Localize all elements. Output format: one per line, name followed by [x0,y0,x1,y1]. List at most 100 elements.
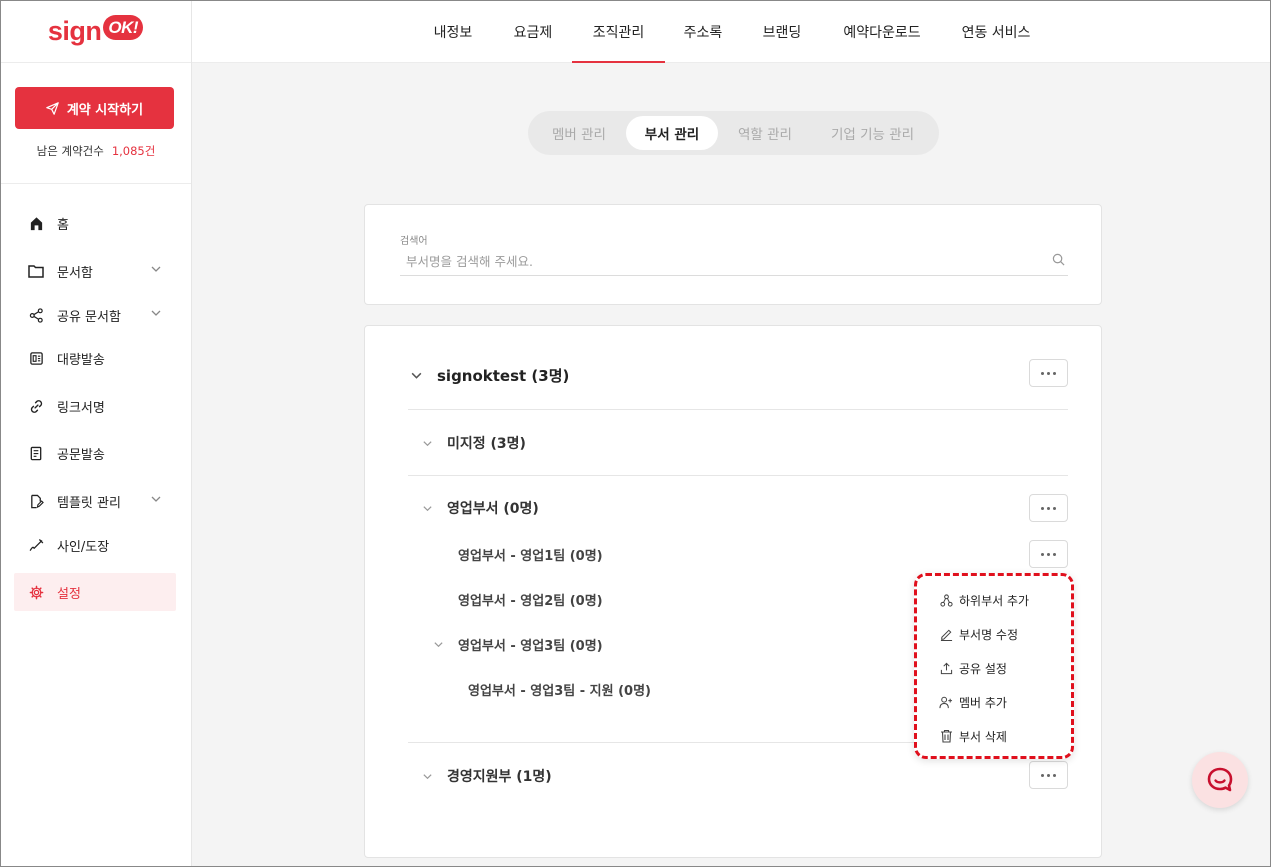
sidebar-item-settings[interactable]: 설정 [14,573,176,611]
home-icon [28,215,44,231]
tab-integrations[interactable]: 연동 서비스 [948,0,1044,63]
tree-node-sales-team3[interactable]: 영업부서 - 영업3팀 (0명) [433,633,603,655]
tab-label: 주소록 [683,24,723,41]
chevron-down-icon [151,310,161,316]
tree-node-label: 경영지원부 (1명) [447,769,552,785]
tab-label: 요금제 [513,24,553,41]
tab-organization[interactable]: 조직관리 [572,0,665,63]
tree-node-sales-team3-support[interactable]: 영업부서 - 영업3팀 - 지원 (0명) [468,678,651,700]
sidebar-item-label: 설정 [57,586,81,602]
tree-node-label: 미지정 (3명) [447,436,526,452]
tree-node-label: 영업부서 - 영업1팀 (0명) [458,548,603,564]
sidebar-item-label: 홈 [57,217,69,233]
start-contract-label: 계약 시작하기 [66,102,144,118]
chevron-down-icon[interactable] [410,369,423,382]
sidebar-item-shared-documents[interactable]: 공유 문서함 [14,296,176,334]
menu-item-label: 하위부서 추가 [959,593,1030,608]
chevron-down-icon[interactable] [422,438,433,449]
tree-node-management[interactable]: 경영지원부 (1명) [422,765,552,787]
subtab-role-management[interactable]: 역할 관리 [722,116,808,150]
sub-tabs: 멤버 관리 부서 관리 역할 관리 기업 기능 관리 [528,111,939,155]
signature-icon [28,537,44,553]
search-icon[interactable] [1052,253,1065,266]
menu-item-label: 공유 설정 [959,661,1007,676]
search-input[interactable] [400,248,1068,276]
sidebar-item-documents[interactable]: 문서함 [14,252,176,290]
tab-my-info[interactable]: 내정보 [420,0,486,63]
subtab-label: 멤버 관리 [552,127,606,143]
sidebar-item-signature[interactable]: 사인/도장 [14,526,176,564]
tree-node-label: 영업부서 (0명) [447,501,539,517]
template-icon [28,493,44,509]
more-options-button[interactable] [1029,359,1068,387]
chat-support-button[interactable] [1192,752,1248,808]
tab-label: 예약다운로드 [843,24,921,41]
sidebar-item-home[interactable]: 홈 [14,204,176,242]
tab-pricing[interactable]: 요금제 [500,0,566,63]
subtab-label: 부서 관리 [644,127,700,143]
tree-node-label: signoktest (3명) [437,366,570,385]
sub-department-icon [939,593,953,607]
sidebar-item-official-send[interactable]: 공문발송 [14,434,176,472]
more-options-button[interactable] [1029,761,1068,789]
tree-node-unassigned[interactable]: 미지정 (3명) [422,432,526,454]
tree-node-label: 영업부서 - 영업2팀 (0명) [458,593,603,609]
more-options-button[interactable] [1029,494,1068,522]
chat-icon [1207,767,1233,792]
paper-plane-icon [46,101,59,115]
search-card: 검색어 [364,204,1102,305]
chevron-down-icon [151,266,161,272]
menu-item-label: 부서명 수정 [959,627,1019,642]
menu-item-add-member[interactable]: 멤버 추가 [939,692,1007,712]
logo-badge: OK! [103,14,144,40]
top-navigation: 내정보 요금제 조직관리 주소록 브랜딩 예약다운로드 연동 서비스 [192,0,1271,63]
tree-node-sales-team2[interactable]: 영업부서 - 영업2팀 (0명) [458,588,603,610]
start-contract-button[interactable]: 계약 시작하기 [15,87,174,129]
tab-scheduled-download[interactable]: 예약다운로드 [834,0,930,63]
menu-item-delete-department[interactable]: 부서 삭제 [939,726,1007,746]
logo-text: sign [47,15,102,46]
share-icon [28,307,44,323]
remaining-count: 1,085건 [111,144,156,158]
department-options-menu: 하위부서 추가 부서명 수정 공유 설정 멤버 추가 부서 삭제 [914,573,1074,759]
chevron-down-icon[interactable] [433,639,444,650]
menu-item-add-sub-department[interactable]: 하위부서 추가 [939,590,1029,610]
bulk-send-icon [28,350,44,366]
logo[interactable]: sign OK! [0,0,191,63]
subtab-label: 기업 기능 관리 [830,127,915,143]
tree-node-label: 영업부서 - 영업3팀 - 지원 (0명) [468,683,651,699]
tree-root-node[interactable]: signoktest (3명) [410,364,569,386]
remaining-label: 남은 계약건수 [36,144,104,158]
tab-label: 내정보 [433,24,473,41]
tab-address-book[interactable]: 주소록 [670,0,736,63]
menu-item-share-settings[interactable]: 공유 설정 [939,658,1007,678]
tab-label: 브랜딩 [762,24,802,41]
add-member-icon [939,695,953,709]
tree-divider [408,475,1068,476]
folder-icon [28,263,44,279]
remaining-contracts: 남은 계약건수 1,085건 [0,143,192,159]
sidebar-item-link-sign[interactable]: 링크서명 [14,387,176,425]
edit-icon [939,627,953,641]
sidebar-item-label: 공유 문서함 [57,309,121,325]
subtab-member-management[interactable]: 멤버 관리 [538,116,620,150]
more-options-button[interactable] [1029,540,1068,568]
sidebar-item-bulk-send[interactable]: 대량발송 [14,339,176,377]
sidebar: sign OK! 계약 시작하기 남은 계약건수 1,085건 홈 문서함 공유 문… [0,0,192,867]
tab-branding[interactable]: 브랜딩 [749,0,815,63]
link-icon [28,398,44,414]
chevron-down-icon[interactable] [422,771,433,782]
subtab-enterprise-features[interactable]: 기업 기능 관리 [814,116,931,150]
sidebar-item-templates[interactable]: 템플릿 관리 [14,482,176,520]
tree-node-sales[interactable]: 영업부서 (0명) [422,497,539,519]
sidebar-item-label: 링크서명 [57,400,105,416]
subtab-department-management[interactable]: 부서 관리 [626,116,718,150]
menu-item-label: 멤버 추가 [959,695,1007,710]
tree-node-sales-team1[interactable]: 영업부서 - 영업1팀 (0명) [458,543,603,565]
chevron-down-icon[interactable] [422,503,433,514]
tree-divider [408,409,1068,410]
menu-item-rename-department[interactable]: 부서명 수정 [939,624,1018,644]
gear-icon [28,584,44,600]
menu-item-label: 부서 삭제 [959,729,1007,744]
search-label: 검색어 [400,236,428,247]
